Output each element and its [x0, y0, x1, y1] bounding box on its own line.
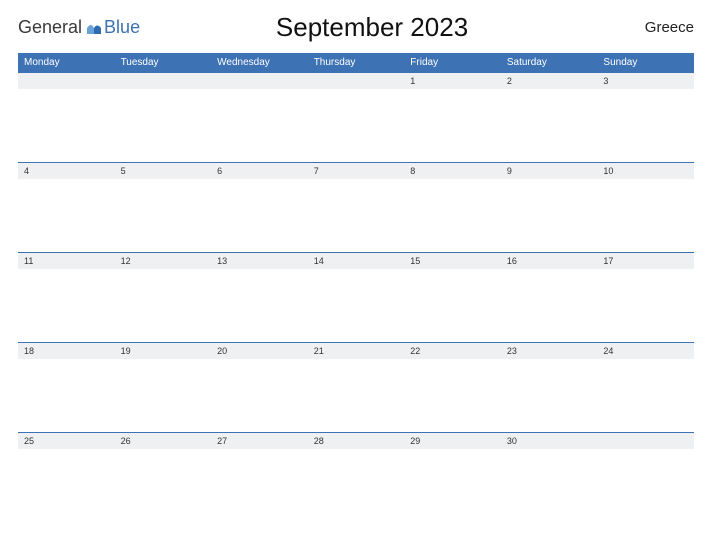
calendar-days-header: Monday Tuesday Wednesday Thursday Friday… [18, 53, 694, 72]
calendar-cell: 18 [18, 342, 115, 432]
calendar-title: September 2023 [130, 12, 614, 43]
day-header-monday: Monday [18, 53, 115, 72]
day-header-sunday: Sunday [597, 53, 694, 72]
calendar-cell: 13 [211, 252, 308, 342]
date-number: 16 [501, 256, 517, 266]
brand-text-general: General [18, 17, 82, 38]
calendar-cell: 4 [18, 162, 115, 252]
calendar-cell: 14 [308, 252, 405, 342]
date-number: 1 [404, 76, 415, 86]
date-number: 21 [308, 346, 324, 356]
calendar-cell: 17 [597, 252, 694, 342]
date-number: 15 [404, 256, 420, 266]
day-header-tuesday: Tuesday [115, 53, 212, 72]
date-number: 4 [18, 166, 29, 176]
day-header-saturday: Saturday [501, 53, 598, 72]
calendar-cell: 30 [501, 432, 598, 522]
date-number: 17 [597, 256, 613, 266]
date-number: 20 [211, 346, 227, 356]
calendar-cell: 3 [597, 72, 694, 162]
calendar-cell: 23 [501, 342, 598, 432]
calendar-cell: 21 [308, 342, 405, 432]
date-number: 29 [404, 436, 420, 446]
date-number: 24 [597, 346, 613, 356]
calendar-cell: 16 [501, 252, 598, 342]
calendar-region: Greece [614, 19, 694, 36]
calendar-cell [18, 72, 115, 162]
calendar-week: 11 12 13 14 15 16 17 [18, 252, 694, 342]
calendar-cell: 8 [404, 162, 501, 252]
date-number: 26 [115, 436, 131, 446]
date-number: 14 [308, 256, 324, 266]
date-number: 30 [501, 436, 517, 446]
calendar-week: 18 19 20 21 22 23 24 [18, 342, 694, 432]
calendar-cell [308, 72, 405, 162]
date-number: 3 [597, 76, 608, 86]
day-header-wednesday: Wednesday [211, 53, 308, 72]
calendar-cell: 19 [115, 342, 212, 432]
calendar-cell [115, 72, 212, 162]
date-number: 22 [404, 346, 420, 356]
calendar-header: General Blue September 2023 Greece [18, 12, 694, 43]
date-number: 6 [211, 166, 222, 176]
calendar-grid: Monday Tuesday Wednesday Thursday Friday… [18, 53, 694, 522]
date-number: 27 [211, 436, 227, 446]
calendar-cell: 27 [211, 432, 308, 522]
calendar-cell: 15 [404, 252, 501, 342]
date-number: 28 [308, 436, 324, 446]
date-number: 12 [115, 256, 131, 266]
calendar-week: 4 5 6 7 8 9 10 [18, 162, 694, 252]
calendar-cell: 26 [115, 432, 212, 522]
calendar-cell: 12 [115, 252, 212, 342]
calendar-cell: 25 [18, 432, 115, 522]
day-header-thursday: Thursday [308, 53, 405, 72]
calendar-cell: 28 [308, 432, 405, 522]
day-header-friday: Friday [404, 53, 501, 72]
calendar-cell: 10 [597, 162, 694, 252]
calendar-cell: 7 [308, 162, 405, 252]
calendar-cell: 20 [211, 342, 308, 432]
calendar-cell [211, 72, 308, 162]
calendar-cell: 6 [211, 162, 308, 252]
calendar-cell: 11 [18, 252, 115, 342]
calendar-cell: 5 [115, 162, 212, 252]
calendar-week: 25 26 27 28 29 30 [18, 432, 694, 522]
calendar-cell: 29 [404, 432, 501, 522]
date-number: 7 [308, 166, 319, 176]
calendar-cell [597, 432, 694, 522]
calendar-cell: 22 [404, 342, 501, 432]
calendar-cell: 9 [501, 162, 598, 252]
date-number: 19 [115, 346, 131, 356]
date-number: 9 [501, 166, 512, 176]
date-number: 5 [115, 166, 126, 176]
date-number: 13 [211, 256, 227, 266]
calendar-cell: 2 [501, 72, 598, 162]
calendar-cell: 24 [597, 342, 694, 432]
calendar-cell: 1 [404, 72, 501, 162]
calendar-week: 1 2 3 [18, 72, 694, 162]
date-number: 2 [501, 76, 512, 86]
brand-logo: General Blue [18, 17, 140, 38]
date-number: 8 [404, 166, 415, 176]
date-number: 25 [18, 436, 34, 446]
date-number: 11 [18, 256, 33, 266]
date-number: 23 [501, 346, 517, 356]
date-number: 10 [597, 166, 613, 176]
date-number: 18 [18, 346, 34, 356]
brand-wave-icon [86, 21, 102, 35]
